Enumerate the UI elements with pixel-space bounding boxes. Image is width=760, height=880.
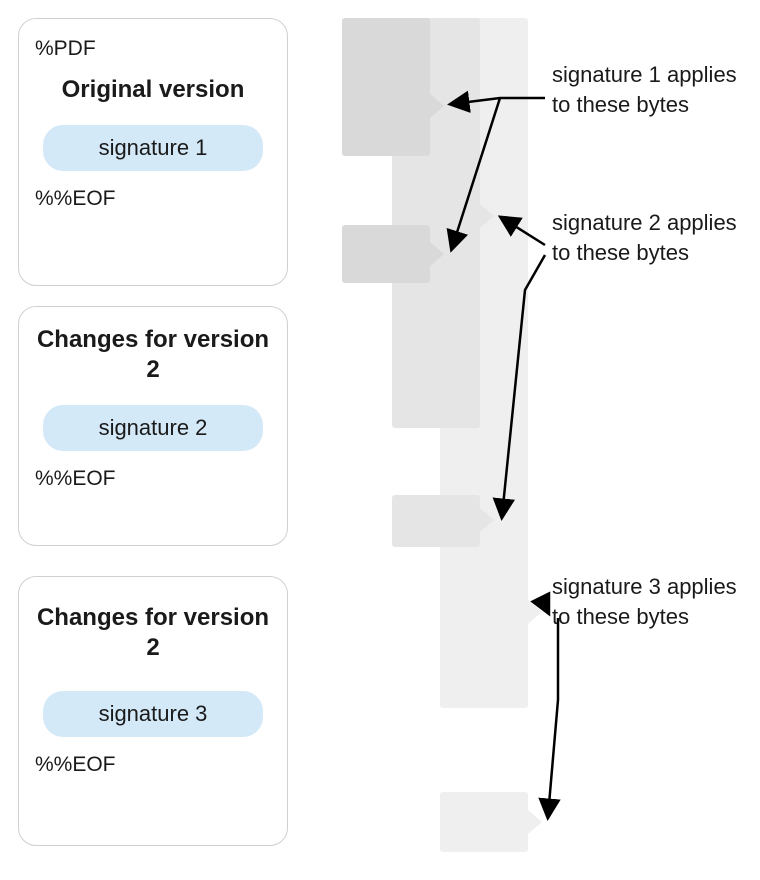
box3-title: Changes for version 2: [35, 603, 271, 663]
signature-pill-3: signature 3: [43, 691, 263, 737]
byte-range-notch-2b: [480, 508, 494, 532]
byte-range-notch-3b: [528, 810, 542, 834]
byte-range-notch-1b: [430, 242, 444, 266]
version-box-1: %PDF Original version signature 1 %%EOF: [18, 18, 288, 286]
pdf-header-label: %PDF: [35, 37, 271, 61]
box2-title: Changes for version 2: [35, 325, 271, 385]
annotation-2: signature 2 applies to these bytes: [552, 208, 752, 267]
signature-pill-1: signature 1: [43, 125, 263, 171]
byte-range-bar-3-bottom: [440, 792, 528, 852]
version-box-3: Changes for version 2 signature 3 %%EOF: [18, 576, 288, 846]
version-box-2: Changes for version 2 signature 2 %%EOF: [18, 306, 288, 546]
diagram-root: %PDF Original version signature 1 %%EOF …: [0, 0, 760, 880]
signature-pill-2: signature 2: [43, 405, 263, 451]
eof-label-3: %%EOF: [35, 753, 271, 777]
eof-label-1: %%EOF: [35, 187, 271, 211]
byte-range-bar-2-bottom: [392, 495, 480, 547]
byte-range-notch-1a: [430, 94, 444, 118]
annotation-1: signature 1 applies to these bytes: [552, 60, 752, 119]
box1-title: Original version: [35, 75, 271, 105]
eof-label-2: %%EOF: [35, 467, 271, 491]
byte-range-bar-1-bottom: [342, 225, 430, 283]
annotation-3: signature 3 applies to these bytes: [552, 572, 752, 631]
byte-range-notch-2a: [480, 204, 494, 228]
byte-range-bar-1-top: [342, 18, 430, 156]
byte-range-notch-3a: [528, 600, 542, 624]
